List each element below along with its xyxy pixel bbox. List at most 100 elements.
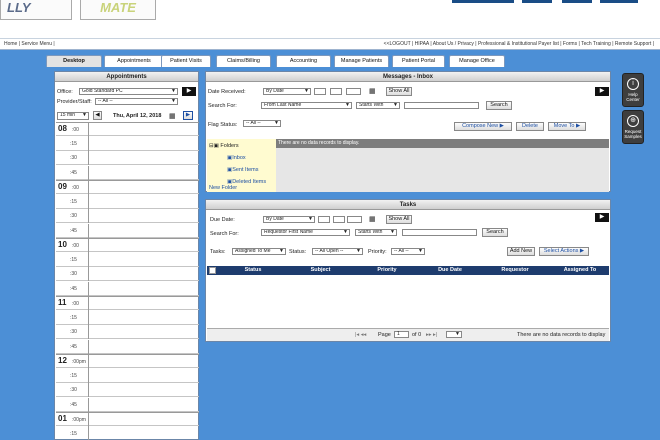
time-label-cell: :30 [56,383,89,397]
col-requestor[interactable]: Requestor [480,266,550,275]
request-samples-button[interactable]: ⊕ Request Samples [622,110,644,144]
schedule-grid[interactable]: 08:00:15:30:45 09:00:15:30:45 10:00:15:30:… [56,122,199,440]
tab-patient-portal[interactable]: Patient Portal [392,55,445,67]
col-assigned-to[interactable]: Assigned To [550,266,610,275]
interval-select[interactable]: 15 min ▼ [57,112,89,120]
prev-day-button[interactable]: ◀ [93,111,102,120]
time-label-cell: 10:00 [56,239,89,253]
messages-search-op-select[interactable]: Starts With ▼ [356,102,400,109]
tab-accounting[interactable]: Accounting [276,55,331,67]
flag-status-select[interactable]: -- All -- ▼ [243,120,281,127]
tab-appointments[interactable]: Appointments [104,55,164,67]
tasks-panel: Tasks Due Date: By Date ▼ ▦ Show All ▶ Se… [205,199,611,342]
top-nav-left[interactable]: Home | Service Menu | [4,39,55,50]
time-slot[interactable]: :15 [56,252,199,267]
messages-show-all-button[interactable]: Show All [386,87,412,96]
header-link-4[interactable] [600,0,638,3]
tasks-expand-button[interactable]: ▶ [595,213,609,222]
time-slot[interactable]: 01:00pm [56,412,199,427]
tab-claims-billing[interactable]: Claims/Billing [216,55,271,67]
header-link-2[interactable] [522,0,552,3]
help-center-button[interactable]: i Help Center [622,73,644,107]
date-from-year[interactable] [346,88,361,95]
due-from-month[interactable] [318,216,330,223]
time-slot[interactable]: 12:00pm [56,354,199,369]
new-folder-link[interactable]: New Folder [209,185,237,191]
tab-manage-office[interactable]: Manage Office [449,55,505,67]
col-subject[interactable]: Subject [287,266,354,275]
hour-label: 01 [58,414,67,423]
tasks-search-field-select[interactable]: Requestor First Name ▼ [261,229,350,236]
page-size-select[interactable]: ▼ [446,331,462,338]
time-slot[interactable]: :15 [56,136,199,151]
messages-search-input[interactable] [404,102,479,109]
tab-manage-patients[interactable]: Manage Patients [334,55,389,67]
tab-patient-visits[interactable]: Patient Visits [161,55,211,67]
pager-next-last[interactable]: ▸▸ ▸| [426,332,437,338]
date-received-select[interactable]: By Date ▼ [263,88,311,95]
compose-new-button[interactable]: Compose New ▶ [454,122,512,131]
tab-desktop[interactable]: Desktop [46,55,102,67]
time-slot[interactable]: :30 [56,209,199,223]
office-label: Office: [57,89,73,95]
pager-first-prev[interactable]: |◂ ◂◂ [355,332,366,338]
tasks-search-op-select[interactable]: Starts With ▼ [355,229,397,236]
folder-sent-items[interactable]: ▣Sent Items [227,167,259,173]
provider-select[interactable]: -- All -- ▼ [95,98,178,105]
messages-search-field-select[interactable]: From Last Name ▼ [261,102,352,109]
due-date-select[interactable]: By Date ▼ [263,216,315,223]
time-slot[interactable]: :15 [56,426,199,440]
time-slot[interactable]: :45 [56,281,199,296]
date-from-day[interactable] [330,88,342,95]
messages-expand-button[interactable]: ▶ [595,87,609,96]
time-slot[interactable]: :15 [56,368,199,383]
top-nav-right[interactable]: <<LOGOUT | HIPAA | About Us / Privacy | … [384,39,654,50]
delete-button[interactable]: Delete [516,122,544,131]
move-to-button[interactable]: Move To ▶ [548,122,586,131]
time-slot[interactable]: :45 [56,165,199,180]
calendar-icon[interactable]: ▦ [169,112,176,120]
compose-new-label: Compose New [462,123,499,129]
status-select[interactable]: -- All Open -- ▼ [312,248,363,255]
select-actions-button[interactable]: Select Actions ▶ [539,247,589,256]
time-slot[interactable]: :30 [56,325,199,339]
col-status[interactable]: Status [219,266,287,275]
due-from-day[interactable] [333,216,345,223]
tasks-show-all-button[interactable]: Show All [386,215,412,224]
col-priority[interactable]: Priority [354,266,420,275]
header-link-1[interactable] [452,0,514,3]
next-day-button[interactable]: ▶ [183,111,193,120]
messages-search-button[interactable]: Search [486,101,512,110]
calendar-icon[interactable]: ▦ [369,215,376,223]
office-select[interactable]: Gold Standard PC ▼ [79,88,178,95]
folders-root[interactable]: ⊟▣ Folders [209,143,239,149]
due-from-year[interactable] [347,216,362,223]
time-slot[interactable]: :45 [56,223,199,238]
folder-inbox[interactable]: ▣Inbox [227,155,246,161]
time-slot[interactable]: :15 [56,310,199,325]
time-slot[interactable]: :30 [56,267,199,281]
office-go-button[interactable]: ▶ [182,87,196,96]
page-input[interactable]: 1 [394,331,409,338]
time-slot[interactable]: 09:00 [56,180,199,195]
time-slot[interactable]: 10:00 [56,238,199,253]
minute-label: :45 [70,227,77,234]
tasks-search-button[interactable]: Search [482,228,508,237]
date-from-month[interactable] [314,88,326,95]
minute-label: :00 [72,185,79,191]
time-slot[interactable]: :30 [56,383,199,397]
select-all-checkbox[interactable] [209,267,216,274]
tasks-search-input[interactable] [402,229,477,236]
time-slot[interactable]: 11:00 [56,296,199,311]
add-new-task-button[interactable]: Add New [507,247,535,256]
time-slot[interactable]: 08:00 [56,122,199,137]
col-due-date[interactable]: Due Date [420,266,480,275]
time-slot[interactable]: :45 [56,339,199,354]
calendar-icon[interactable]: ▦ [369,87,376,95]
time-slot[interactable]: :30 [56,151,199,165]
header-link-3[interactable] [562,0,592,3]
time-slot[interactable]: :15 [56,194,199,209]
time-slot[interactable]: :45 [56,397,199,412]
priority-select[interactable]: -- All -- ▼ [391,248,425,255]
tasks-filter-select[interactable]: Assigned To Me ▼ [232,248,286,255]
